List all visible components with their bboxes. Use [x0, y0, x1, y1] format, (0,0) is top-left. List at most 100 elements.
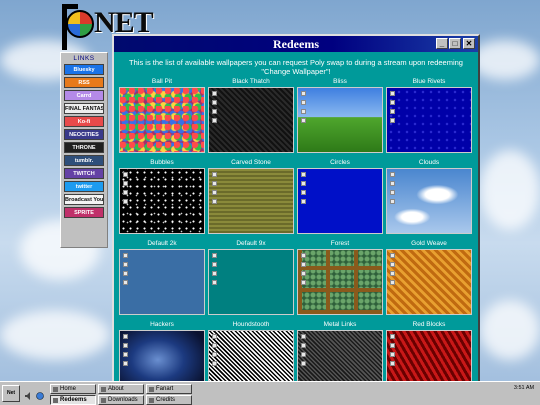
- desktop-file-icon: [123, 262, 128, 267]
- desktop-file-icon: [123, 172, 128, 177]
- task-about[interactable]: About: [98, 384, 144, 394]
- wallpaper-thumbnail[interactable]: [297, 87, 383, 153]
- speaker-icon[interactable]: [25, 387, 33, 400]
- link-button[interactable]: Bluesky: [64, 64, 104, 75]
- desktop-icons: [212, 253, 218, 289]
- link-button[interactable]: THRONE: [64, 142, 104, 153]
- desktop-icons: [123, 334, 129, 370]
- desktop-file-icon: [123, 181, 128, 186]
- desktop-file-icon: [390, 118, 395, 123]
- link-button[interactable]: Carrd: [64, 90, 104, 101]
- task-icon: [149, 398, 154, 403]
- wallpaper-thumbnail[interactable]: [386, 87, 472, 153]
- desktop-file-icon: [301, 334, 306, 339]
- desktop-file-icon: [301, 100, 306, 105]
- desktop-file-icon: [212, 280, 217, 285]
- wallpaper-card[interactable]: Gold Weave: [385, 240, 473, 320]
- link-button[interactable]: twitter: [64, 181, 104, 192]
- desktop-file-icon: [123, 280, 128, 285]
- wallpaper-name: Black Thatch: [232, 78, 270, 85]
- globe-icon[interactable]: [36, 387, 44, 400]
- wallpaper-thumbnail[interactable]: [386, 249, 472, 315]
- desktop-file-icon: [390, 280, 395, 285]
- desktop-file-icon: [212, 361, 217, 366]
- minimize-button[interactable]: _: [436, 38, 448, 49]
- wallpaper-card[interactable]: Default 2k: [118, 240, 206, 320]
- task-fanart[interactable]: Fanart: [146, 384, 192, 394]
- sky-cloud: [470, 40, 540, 80]
- task-credits[interactable]: Credits: [146, 395, 192, 405]
- desktop-icons: [212, 91, 218, 127]
- wallpaper-thumbnail[interactable]: [208, 87, 294, 153]
- wallpaper-card[interactable]: Bubbles: [118, 159, 206, 239]
- wallpaper-card[interactable]: Black Thatch: [207, 78, 295, 158]
- wallpaper-name: Circles: [330, 159, 350, 166]
- desktop-file-icon: [390, 172, 395, 177]
- desktop-file-icon: [212, 109, 217, 114]
- wallpaper-card[interactable]: Clouds: [385, 159, 473, 239]
- desktop-file-icon: [212, 118, 217, 123]
- wallpaper-thumbnail[interactable]: [119, 87, 205, 153]
- task-home[interactable]: Home: [50, 384, 96, 394]
- desktop-file-icon: [123, 343, 128, 348]
- wallpaper-thumbnail[interactable]: [208, 168, 294, 234]
- task-label: About: [108, 386, 124, 392]
- sky-cloud: [0, 310, 110, 360]
- task-redeems[interactable]: Redeems: [50, 395, 96, 405]
- window-titlebar[interactable]: Redeems _ □ ✕: [114, 36, 478, 52]
- wallpaper-name: Red Blocks: [412, 321, 446, 328]
- wallpaper-card[interactable]: Ball Pit: [118, 78, 206, 158]
- desktop-file-icon: [301, 271, 306, 276]
- desktop-file-icon: [390, 361, 395, 366]
- desktop-file-icon: [212, 253, 217, 258]
- task-label: Redeems: [60, 397, 87, 403]
- wallpaper-card[interactable]: Carved Stone: [207, 159, 295, 239]
- wallpaper-thumbnail[interactable]: [386, 168, 472, 234]
- link-button[interactable]: RSS: [64, 77, 104, 88]
- wallpaper-thumbnail[interactable]: [297, 249, 383, 315]
- wallpaper-card[interactable]: Forest: [296, 240, 384, 320]
- wallpaper-thumbnail[interactable]: [208, 249, 294, 315]
- link-button[interactable]: Ko-fi: [64, 116, 104, 127]
- maximize-button[interactable]: □: [449, 38, 461, 49]
- desktop-file-icon: [390, 271, 395, 276]
- wallpaper-card[interactable]: Blue Rivets: [385, 78, 473, 158]
- desktop-icons: [212, 172, 218, 208]
- link-button[interactable]: tumblr.: [64, 155, 104, 166]
- desktop-file-icon: [301, 181, 306, 186]
- desktop-file-icon: [301, 361, 306, 366]
- task-label: Downloads: [108, 397, 138, 403]
- desktop-file-icon: [301, 352, 306, 357]
- link-button[interactable]: SPRITE: [64, 207, 104, 218]
- desktop-icons: [301, 334, 307, 370]
- task-downloads[interactable]: Downloads: [98, 395, 144, 405]
- start-button[interactable]: Net: [2, 385, 20, 402]
- link-button[interactable]: FINAL FANTASY XIV: [64, 103, 104, 114]
- desktop-file-icon: [390, 343, 395, 348]
- link-button[interactable]: TWITCH: [64, 168, 104, 179]
- wallpaper-name: Bliss: [333, 78, 347, 85]
- wallpaper-card[interactable]: Bliss: [296, 78, 384, 158]
- desktop-file-icon: [123, 334, 128, 339]
- task-icon: [149, 387, 154, 392]
- links-panel: LINKS Bluesky RSS Carrd FINAL FANTASY XIV Ko…: [60, 52, 108, 248]
- task-icon: [53, 398, 58, 403]
- link-button[interactable]: Broadcast Yourself: [64, 194, 104, 205]
- desktop-icons: [301, 172, 307, 208]
- desktop-file-icon: [390, 352, 395, 357]
- desktop-icons: [123, 253, 129, 289]
- wallpaper-thumbnail[interactable]: [119, 249, 205, 315]
- wallpaper-thumbnail[interactable]: [119, 168, 205, 234]
- desktop-file-icon: [301, 109, 306, 114]
- wallpaper-card[interactable]: Default 9x: [207, 240, 295, 320]
- link-button[interactable]: NEOCITIES: [64, 129, 104, 140]
- desktop-file-icon: [301, 91, 306, 96]
- desktop-icons: [301, 91, 307, 127]
- wallpaper-name: Hackers: [150, 321, 174, 328]
- wallpaper-thumbnail[interactable]: [297, 168, 383, 234]
- wallpaper-card[interactable]: Circles: [296, 159, 384, 239]
- desktop-file-icon: [212, 100, 217, 105]
- close-button[interactable]: ✕: [463, 38, 475, 49]
- desktop-file-icon: [212, 181, 217, 186]
- desktop-file-icon: [301, 190, 306, 195]
